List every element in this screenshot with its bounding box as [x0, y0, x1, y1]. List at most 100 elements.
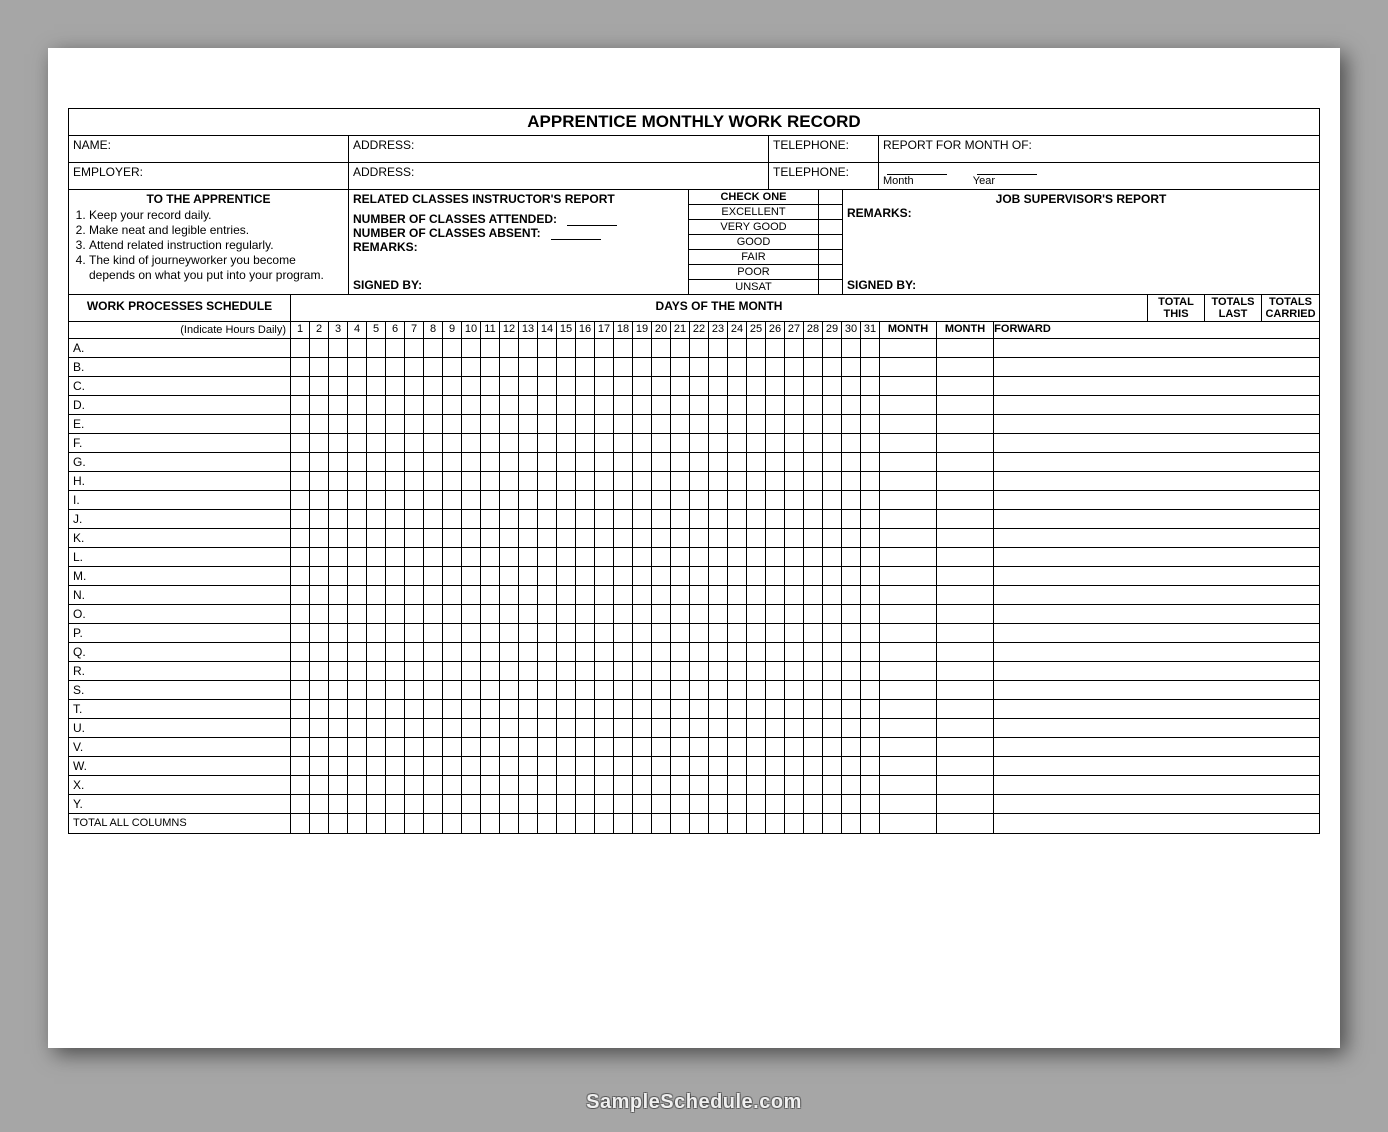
grid-cell[interactable]: [329, 529, 348, 547]
total-cell[interactable]: [937, 377, 994, 396]
grid-cell[interactable]: [405, 605, 424, 623]
grid-cell[interactable]: [709, 700, 728, 718]
grid-cell[interactable]: [481, 624, 500, 642]
grid-cell[interactable]: [823, 624, 842, 642]
grid-cell[interactable]: [443, 434, 462, 452]
grid-cell[interactable]: [671, 548, 690, 566]
grid-cell[interactable]: [595, 396, 614, 414]
grid-cell[interactable]: [785, 548, 804, 566]
grid-cell[interactable]: [804, 814, 823, 833]
grid-cell[interactable]: [291, 681, 310, 699]
grid-cell[interactable]: [462, 586, 481, 604]
grid-cell[interactable]: [671, 358, 690, 376]
total-cell[interactable]: [994, 472, 1051, 491]
grid-cell[interactable]: [709, 662, 728, 680]
grid-cell[interactable]: [595, 529, 614, 547]
grid-cell[interactable]: [500, 358, 519, 376]
grid-cell[interactable]: [633, 814, 652, 833]
grid-cell[interactable]: [690, 339, 709, 357]
grid-cell[interactable]: [481, 339, 500, 357]
grid-cell[interactable]: [424, 377, 443, 395]
grid-cell[interactable]: [614, 586, 633, 604]
grid-cell[interactable]: [443, 776, 462, 794]
grid-cell[interactable]: [386, 795, 405, 813]
total-cell[interactable]: [937, 415, 994, 434]
grid-cell[interactable]: [405, 681, 424, 699]
grid-cell[interactable]: [671, 472, 690, 490]
grid-cell[interactable]: [405, 776, 424, 794]
total-cell[interactable]: [880, 415, 937, 434]
grid-cell[interactable]: [500, 434, 519, 452]
grid-cell[interactable]: [557, 662, 576, 680]
field-telephone-2[interactable]: TELEPHONE:: [769, 163, 879, 189]
grid-cell[interactable]: [614, 662, 633, 680]
grid-cell[interactable]: [291, 453, 310, 471]
grid-cell[interactable]: [842, 339, 861, 357]
grid-cell[interactable]: [576, 757, 595, 775]
grid-cell[interactable]: [690, 795, 709, 813]
grid-cell[interactable]: [709, 415, 728, 433]
grid-cell[interactable]: [329, 510, 348, 528]
grid-cell[interactable]: [690, 396, 709, 414]
grid-cell[interactable]: [462, 377, 481, 395]
grid-cell[interactable]: [633, 700, 652, 718]
grid-cell[interactable]: [861, 776, 880, 794]
grid-cell[interactable]: [614, 339, 633, 357]
grid-cell[interactable]: [766, 491, 785, 509]
field-name[interactable]: NAME:: [69, 136, 349, 162]
grid-cell[interactable]: [709, 814, 728, 833]
grid-cell[interactable]: [785, 681, 804, 699]
grid-cell[interactable]: [671, 339, 690, 357]
grid-cell[interactable]: [443, 681, 462, 699]
grid-cell[interactable]: [652, 377, 671, 395]
grid-cell[interactable]: [462, 548, 481, 566]
grid-cell[interactable]: [557, 358, 576, 376]
grid-cell[interactable]: [861, 795, 880, 813]
grid-cell[interactable]: [690, 529, 709, 547]
grid-cell[interactable]: [766, 472, 785, 490]
grid-cell[interactable]: [861, 377, 880, 395]
total-cell[interactable]: [994, 738, 1051, 757]
field-employer[interactable]: EMPLOYER:: [69, 163, 349, 189]
grid-cell[interactable]: [766, 567, 785, 585]
total-cell[interactable]: [937, 453, 994, 472]
check-box[interactable]: [819, 205, 842, 220]
grid-cell[interactable]: [690, 491, 709, 509]
grid-cell[interactable]: [386, 700, 405, 718]
grid-cell[interactable]: [804, 719, 823, 737]
grid-cell[interactable]: [709, 776, 728, 794]
grid-cell[interactable]: [633, 434, 652, 452]
grid-cell[interactable]: [861, 567, 880, 585]
total-cell[interactable]: [994, 605, 1051, 624]
grid-cell[interactable]: [614, 624, 633, 642]
grid-cell[interactable]: [519, 662, 538, 680]
total-cell[interactable]: [880, 358, 937, 377]
grid-cell[interactable]: [709, 605, 728, 623]
grid-cell[interactable]: [747, 529, 766, 547]
grid-cell[interactable]: [595, 700, 614, 718]
grid-cell[interactable]: [405, 434, 424, 452]
grid-cell[interactable]: [329, 700, 348, 718]
grid-cell[interactable]: [557, 339, 576, 357]
grid-cell[interactable]: [462, 567, 481, 585]
grid-cell[interactable]: [595, 434, 614, 452]
grid-cell[interactable]: [348, 396, 367, 414]
grid-cell[interactable]: [823, 377, 842, 395]
grid-cell[interactable]: [842, 453, 861, 471]
grid-cell[interactable]: [557, 472, 576, 490]
grid-cell[interactable]: [329, 453, 348, 471]
grid-cell[interactable]: [595, 662, 614, 680]
grid-cell[interactable]: [633, 529, 652, 547]
grid-cell[interactable]: [709, 510, 728, 528]
grid-cell[interactable]: [424, 643, 443, 661]
grid-cell[interactable]: [614, 700, 633, 718]
grid-cell[interactable]: [633, 510, 652, 528]
grid-cell[interactable]: [443, 358, 462, 376]
grid-cell[interactable]: [633, 377, 652, 395]
grid-cell[interactable]: [690, 643, 709, 661]
grid-cell[interactable]: [652, 491, 671, 509]
grid-cell[interactable]: [348, 339, 367, 357]
grid-cell[interactable]: [652, 795, 671, 813]
grid-cell[interactable]: [405, 396, 424, 414]
grid-cell[interactable]: [747, 700, 766, 718]
